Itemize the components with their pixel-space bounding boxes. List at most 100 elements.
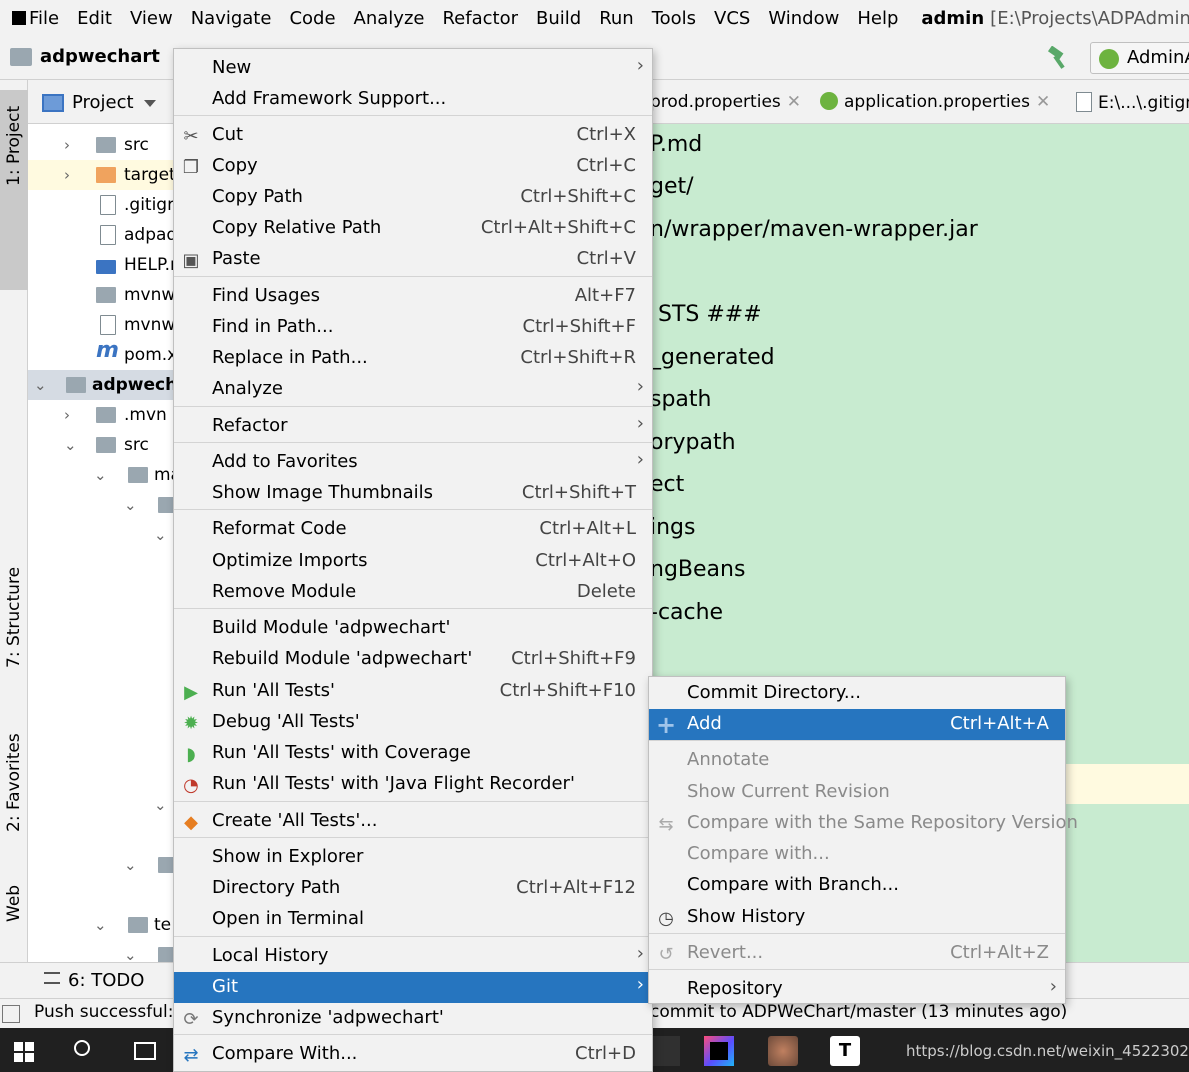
menu-item-create-all-tests[interactable]: ◆ Create 'All Tests'... bbox=[174, 806, 652, 837]
tree-row[interactable]: ⌄ bbox=[28, 490, 188, 520]
git-menu-item-repository[interactable]: Repository › bbox=[649, 974, 1065, 1005]
menu-item-add-to-favorites[interactable]: Add to Favorites › bbox=[174, 447, 652, 478]
menu-item-show-image-thumbnails[interactable]: Show Image Thumbnails Ctrl+Shift+T bbox=[174, 478, 652, 509]
run-configuration-selector[interactable]: AdminA bbox=[1090, 42, 1189, 74]
tree-row[interactable]: m pom.x bbox=[28, 338, 188, 370]
web-tool-tab[interactable]: Web bbox=[0, 876, 28, 966]
favorites-tool-tab[interactable]: 2: Favorites bbox=[0, 726, 28, 866]
menu-item-remove-module[interactable]: Remove Module Delete bbox=[174, 577, 652, 608]
taskbar-photo-app-icon[interactable] bbox=[768, 1036, 798, 1066]
tree-row[interactable]: adpad bbox=[28, 220, 188, 250]
close-icon[interactable]: ✕ bbox=[787, 92, 801, 112]
taskbar-intellij-icon[interactable] bbox=[704, 1036, 734, 1066]
menu-tools[interactable]: Tools bbox=[643, 8, 705, 29]
tree-row[interactable]: ⌄ src bbox=[28, 430, 188, 460]
menu-refactor[interactable]: Refactor bbox=[433, 8, 527, 29]
menu-window[interactable]: Window bbox=[759, 8, 848, 29]
git-menu-item-compare-with-branch[interactable]: Compare with Branch... bbox=[649, 870, 1065, 901]
tree-row[interactable]: › src bbox=[28, 130, 188, 160]
chevron-down-icon[interactable]: ⌄ bbox=[94, 910, 107, 940]
task-view-icon[interactable] bbox=[134, 1042, 156, 1060]
menu-item-cut[interactable]: ✂ Cut Ctrl+X bbox=[174, 120, 652, 151]
chevron-right-icon[interactable]: › bbox=[64, 400, 70, 430]
menu-build[interactable]: Build bbox=[527, 8, 590, 29]
taskbar-typora-icon[interactable]: T bbox=[830, 1036, 860, 1066]
menu-item-reformat-code[interactable]: Reformat Code Ctrl+Alt+L bbox=[174, 514, 652, 545]
git-menu-item-add[interactable]: + Add Ctrl+Alt+A bbox=[649, 709, 1065, 740]
menu-file[interactable]: File bbox=[20, 8, 68, 29]
close-icon[interactable]: ✕ bbox=[1036, 92, 1050, 112]
tree-row[interactable]: › target bbox=[28, 160, 188, 190]
menu-run[interactable]: Run bbox=[590, 8, 643, 29]
git-menu-item-show-history[interactable]: ◷ Show History bbox=[649, 902, 1065, 933]
menu-item-add-framework-support[interactable]: Add Framework Support... bbox=[174, 84, 652, 115]
menu-item-rebuild-module-adpwechart[interactable]: Rebuild Module 'adpwechart' Ctrl+Shift+F9 bbox=[174, 644, 652, 675]
menu-item-synchronize-adpwechart[interactable]: ⟳ Synchronize 'adpwechart' bbox=[174, 1003, 652, 1034]
tree-row[interactable]: .gitigr bbox=[28, 190, 188, 220]
chevron-right-icon[interactable]: › bbox=[64, 130, 70, 160]
menu-item-run-all-tests-with-coverage[interactable]: ◗ Run 'All Tests' with Coverage bbox=[174, 738, 652, 769]
menu-item-copy[interactable]: ❐ Copy Ctrl+C bbox=[174, 151, 652, 182]
menu-navigate[interactable]: Navigate bbox=[182, 8, 281, 29]
chevron-down-icon[interactable]: ⌄ bbox=[154, 520, 167, 550]
tree-row[interactable]: ⌄ bbox=[28, 790, 188, 820]
tree-row[interactable]: ⌄ bbox=[28, 520, 188, 550]
menu-view[interactable]: View bbox=[121, 8, 182, 29]
chevron-down-icon[interactable] bbox=[144, 100, 156, 107]
search-icon[interactable] bbox=[74, 1040, 90, 1056]
menu-item-find-in-path[interactable]: Find in Path... Ctrl+Shift+F bbox=[174, 312, 652, 343]
tree-row[interactable]: HELP.r bbox=[28, 250, 188, 280]
project-panel-header[interactable]: Project bbox=[28, 80, 188, 124]
menu-vcs[interactable]: VCS bbox=[705, 8, 759, 29]
tree-row[interactable]: ⌄ te bbox=[28, 910, 188, 940]
chevron-down-icon[interactable]: ⌄ bbox=[64, 430, 77, 460]
menu-item-find-usages[interactable]: Find Usages Alt+F7 bbox=[174, 281, 652, 312]
taskbar-tools-icon[interactable] bbox=[650, 1036, 680, 1066]
todo-tool-tab[interactable]: 6: TODO bbox=[44, 970, 144, 991]
tree-row[interactable]: ⌄ ma bbox=[28, 460, 188, 490]
menu-item-build-module-adpwechart[interactable]: Build Module 'adpwechart' bbox=[174, 613, 652, 644]
chevron-down-icon[interactable]: ⌄ bbox=[124, 490, 137, 520]
toggle-tool-windows-icon[interactable] bbox=[2, 1005, 20, 1023]
tree-row[interactable]: mvnw bbox=[28, 280, 188, 310]
project-tool-tab[interactable]: 1: Project bbox=[0, 90, 28, 290]
tab-gitignore[interactable]: E:\...\.gitign bbox=[1076, 92, 1189, 113]
menu-analyze[interactable]: Analyze bbox=[345, 8, 434, 29]
menu-item-copy-relative-path[interactable]: Copy Relative Path Ctrl+Alt+Shift+C bbox=[174, 213, 652, 244]
tree-row[interactable]: ⌄ bbox=[28, 850, 188, 880]
chevron-down-icon[interactable]: ⌄ bbox=[124, 940, 137, 962]
menu-item-open-in-terminal[interactable]: Open in Terminal bbox=[174, 904, 652, 935]
menu-item-local-history[interactable]: Local History › bbox=[174, 941, 652, 972]
menu-item-replace-in-path[interactable]: Replace in Path... Ctrl+Shift+R bbox=[174, 343, 652, 374]
chevron-down-icon[interactable]: ⌄ bbox=[154, 790, 167, 820]
tab-prod-properties[interactable]: prod.properties ✕ bbox=[650, 92, 801, 112]
menu-item-run-all-tests[interactable]: ▶ Run 'All Tests' Ctrl+Shift+F10 bbox=[174, 676, 652, 707]
chevron-down-icon[interactable]: ⌄ bbox=[124, 850, 137, 880]
menu-item-refactor[interactable]: Refactor › bbox=[174, 411, 652, 442]
chevron-down-icon[interactable]: ⌄ bbox=[34, 370, 47, 400]
git-menu-item-commit-directory[interactable]: Commit Directory... bbox=[649, 678, 1065, 709]
tree-row[interactable]: ⌄ adpwecha bbox=[28, 370, 188, 400]
chevron-down-icon[interactable]: ⌄ bbox=[94, 460, 107, 490]
menu-item-directory-path[interactable]: Directory Path Ctrl+Alt+F12 bbox=[174, 873, 652, 904]
build-hammer-icon[interactable] bbox=[1046, 46, 1072, 70]
windows-start-icon[interactable] bbox=[14, 1042, 34, 1062]
menu-item-compare-with[interactable]: ⇄ Compare With... Ctrl+D bbox=[174, 1039, 652, 1070]
menu-item-debug-all-tests[interactable]: ✹ Debug 'All Tests' bbox=[174, 707, 652, 738]
breadcrumb-project[interactable]: adpwechart bbox=[40, 46, 160, 67]
tab-application-properties[interactable]: application.properties ✕ bbox=[820, 92, 1050, 112]
menu-edit[interactable]: Edit bbox=[68, 8, 121, 29]
tree-row[interactable]: ⌄ bbox=[28, 940, 188, 962]
menu-help[interactable]: Help bbox=[848, 8, 907, 29]
menu-item-optimize-imports[interactable]: Optimize Imports Ctrl+Alt+O bbox=[174, 546, 652, 577]
menu-code[interactable]: Code bbox=[280, 8, 344, 29]
menu-item-git[interactable]: Git › bbox=[174, 972, 652, 1003]
menu-item-copy-path[interactable]: Copy Path Ctrl+Shift+C bbox=[174, 182, 652, 213]
menu-item-analyze[interactable]: Analyze › bbox=[174, 374, 652, 405]
chevron-right-icon[interactable]: › bbox=[64, 160, 70, 190]
menu-item-paste[interactable]: ▣ Paste Ctrl+V bbox=[174, 244, 652, 275]
tree-row[interactable]: › .mvn bbox=[28, 400, 188, 430]
menu-item-run-all-tests-with-java-flight-recorder[interactable]: ◔ Run 'All Tests' with 'Java Flight Recor… bbox=[174, 769, 652, 800]
menu-item-show-in-explorer[interactable]: Show in Explorer bbox=[174, 842, 652, 873]
structure-tool-tab[interactable]: 7: Structure bbox=[0, 567, 28, 708]
